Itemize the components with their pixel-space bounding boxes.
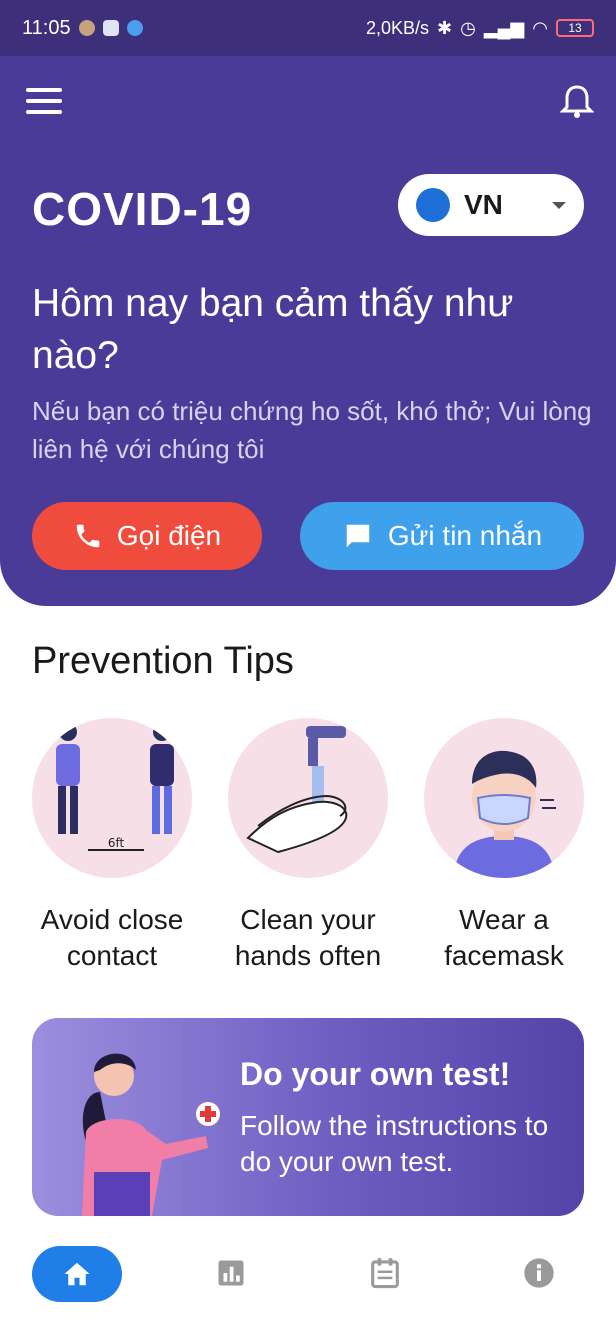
- facemask-icon: [424, 718, 584, 878]
- question-subtext: Nếu bạn có triệu chứng ho sốt, khó thở; …: [32, 396, 592, 464]
- app-title: COVID-19: [32, 183, 253, 235]
- chevron-down-icon: [552, 201, 566, 209]
- call-button-label: Gọi điện: [116, 520, 222, 551]
- battery-indicator: 13: [556, 19, 594, 37]
- network-speed: 2,0KB/s: [365, 17, 430, 38]
- status-time: 11:05: [22, 16, 71, 39]
- question-heading: Hôm nay bạn cảm thấy như nào?: [32, 282, 514, 377]
- nav-schedule[interactable]: [368, 1256, 402, 1290]
- info-icon: [524, 1258, 554, 1288]
- self-test-heading: Do your own test!: [240, 1056, 511, 1092]
- country-selector[interactable]: VN: [398, 174, 584, 236]
- tip-label: Wear a facemask: [444, 904, 564, 971]
- social-distance-icon: 6ft: [32, 718, 192, 878]
- alarm-icon: ◷: [460, 17, 476, 38]
- call-button[interactable]: Gọi điện: [32, 502, 262, 570]
- notification-bell-icon[interactable]: [559, 84, 595, 120]
- tip-label: Avoid close contact: [40, 904, 184, 971]
- send-message-button[interactable]: Gửi tin nhắn: [300, 502, 584, 570]
- tip-wear-facemask[interactable]: Wear a facemask: [416, 718, 592, 974]
- status-bar: 11:05 2,0KB/s ✱ ◷ ▂▄▆ ◠ 13: [0, 0, 616, 56]
- tip-label: Clean your hands often: [234, 904, 382, 971]
- prevention-title: Prevention Tips: [32, 640, 294, 682]
- menu-icon[interactable]: [26, 88, 62, 114]
- tip-avoid-close-contact[interactable]: 6ft Avoid close contact: [24, 718, 200, 974]
- nav-home[interactable]: [32, 1246, 122, 1302]
- battery-level: 13: [568, 21, 582, 35]
- distance-annotation: 6ft: [108, 836, 125, 850]
- signal-icon: ▂▄▆: [483, 17, 525, 38]
- self-test-description: Follow the instructions to do your own t…: [240, 1110, 549, 1177]
- chart-icon: [218, 1260, 244, 1286]
- phone-icon: [76, 524, 100, 548]
- country-code: VN: [464, 189, 503, 220]
- header-panel: COVID-19 VN Hôm nay bạn cảm thấy như nào…: [0, 56, 616, 606]
- send-message-label: Gửi tin nhắn: [387, 520, 543, 551]
- notification-message-icon: [102, 20, 119, 36]
- home-icon: [64, 1262, 90, 1286]
- bottom-navigation: [0, 1236, 616, 1334]
- country-flag-icon: [416, 188, 450, 222]
- woman-illustration-icon: [82, 1053, 220, 1216]
- notification-facebook-icon: [126, 20, 143, 36]
- nav-statistics[interactable]: [214, 1256, 248, 1290]
- calendar-icon: [371, 1258, 399, 1289]
- nav-info[interactable]: [522, 1256, 556, 1290]
- notification-app-icon: [78, 20, 95, 36]
- tip-clean-hands[interactable]: Clean your hands often: [220, 718, 396, 974]
- self-test-card[interactable]: Do your own test! Follow the instruction…: [32, 1018, 584, 1216]
- wash-hands-icon: [228, 718, 388, 878]
- chat-icon: [346, 524, 370, 548]
- wifi-icon: ◠: [532, 17, 548, 38]
- bluetooth-icon: ✱: [437, 17, 453, 38]
